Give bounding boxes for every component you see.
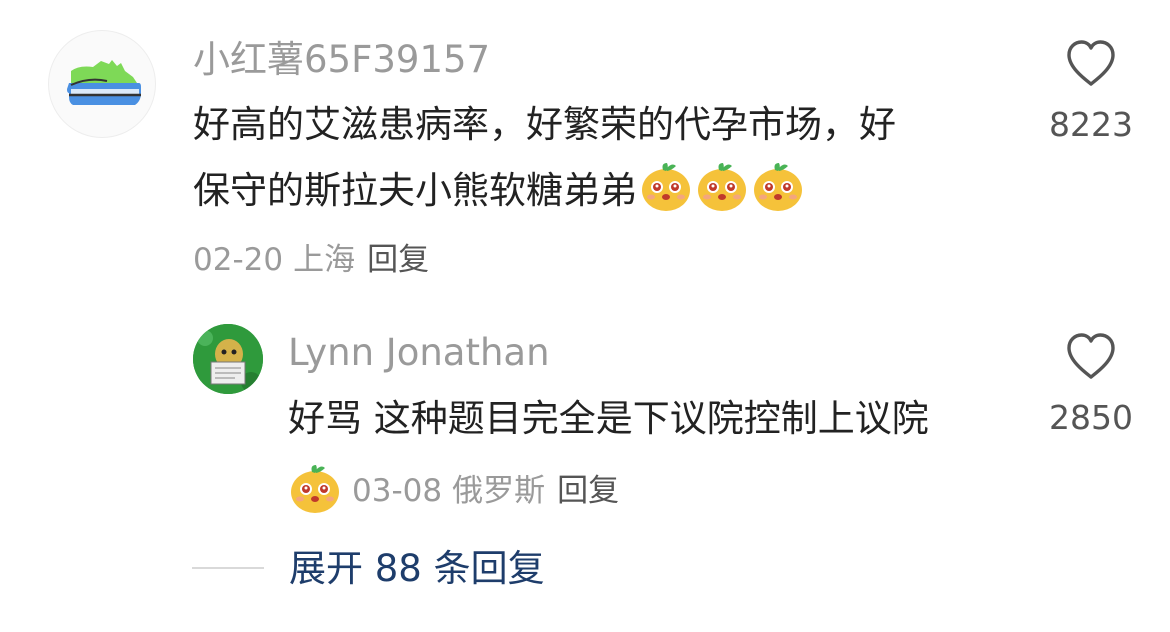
sneaker-icon xyxy=(67,60,141,105)
reply-reply-button[interactable]: 回复 xyxy=(557,473,619,509)
expand-divider xyxy=(192,567,264,569)
potato-face-emoji-icon xyxy=(751,159,805,213)
avatar-image-icon xyxy=(193,324,263,394)
comment-text-line2: 保守的斯拉夫小熊软糖弟弟 xyxy=(193,169,637,212)
reply-button[interactable]: 回复 xyxy=(367,242,429,278)
avatar[interactable] xyxy=(48,30,156,138)
comment-location: 上海 xyxy=(293,242,356,278)
reply-text: 好骂 这种题目完全是下议院控制上议院 xyxy=(288,397,929,440)
like-button[interactable] xyxy=(1064,38,1118,92)
like-count: 8223 xyxy=(1049,105,1133,144)
reply-location: 俄罗斯 xyxy=(452,473,546,509)
reply-avatar[interactable] xyxy=(193,324,263,394)
potato-face-emoji-icon xyxy=(695,159,749,213)
potato-face-emoji-icon xyxy=(639,159,693,213)
expand-replies-link[interactable]: 展开 88 条回复 xyxy=(289,545,545,593)
reply-like-count: 2850 xyxy=(1049,398,1133,437)
reply-username[interactable]: Lynn Jonathan xyxy=(288,330,550,376)
reply-meta: 03-08 俄罗斯 回复 xyxy=(288,461,619,515)
comment-meta: 02-20 上海 回复 xyxy=(193,240,429,280)
heart-outline-icon xyxy=(1067,40,1115,86)
comment-text-line1: 好高的艾滋患病率，好繁荣的代孕市场，好 xyxy=(193,103,896,146)
heart-outline-icon xyxy=(1067,333,1115,379)
potato-face-emoji-icon xyxy=(288,461,342,515)
comment-date: 02-20 xyxy=(193,242,284,278)
comment-text-line2-container: 保守的斯拉夫小熊软糖弟弟 xyxy=(193,158,805,224)
reply-date: 03-08 xyxy=(352,473,443,509)
reply-like-button[interactable] xyxy=(1064,331,1118,385)
comment-username[interactable]: 小红薯65F39157 xyxy=(193,37,490,83)
